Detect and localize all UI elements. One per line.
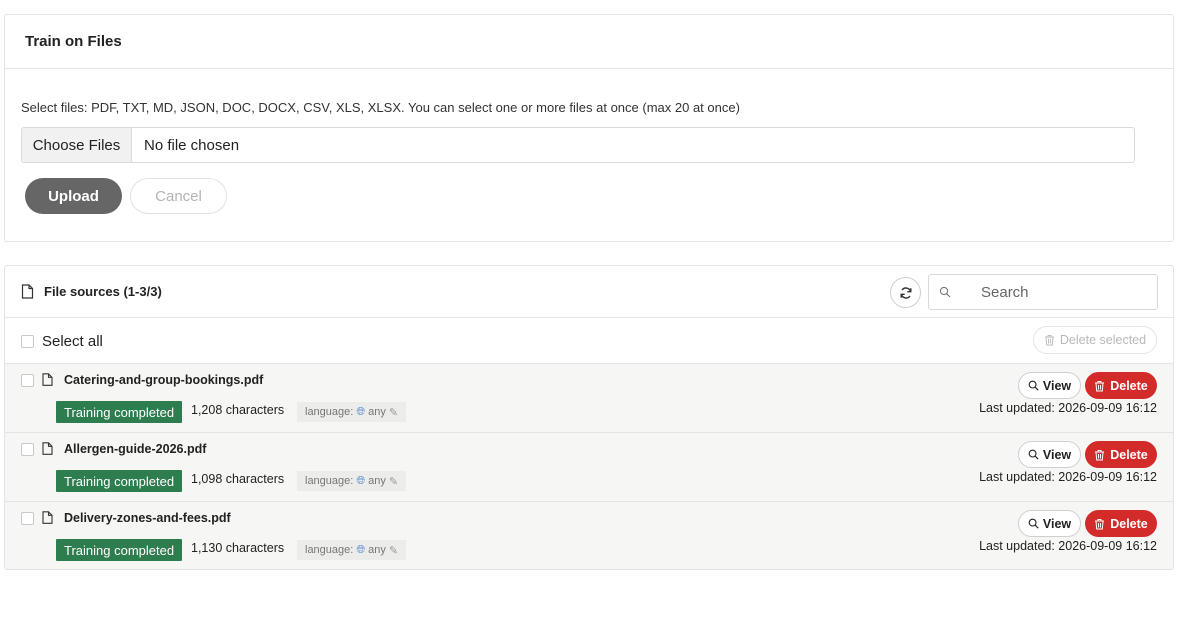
search-input[interactable] [981,283,1151,301]
view-button[interactable]: View [1018,441,1081,468]
character-count: 1,098 characters [191,472,285,486]
status-badge: Training completed [56,401,183,423]
delete-label: Delete [1110,378,1148,393]
view-label: View [1042,378,1072,393]
document-icon [42,373,53,386]
table-row: Catering-and-group-bookings.pdf Training… [5,364,1173,433]
delete-button[interactable]: Delete [1085,441,1157,468]
view-label: View [1042,447,1072,462]
delete-selected-label: Delete selected [1059,333,1147,347]
trash-icon [1095,449,1105,460]
file-sources-title: File sources (1-3/3) [44,284,162,299]
magnifier-icon [1028,380,1039,391]
select-all-label: Select all [42,333,103,350]
no-file-chosen-label: No file chosen [144,136,240,154]
language-value: any [368,544,386,556]
magnifier-icon [1028,449,1039,460]
page-title: Train on Files [25,33,122,50]
file-sources-card: File sources (1-3/3) Select all [4,265,1174,570]
globe-icon: 🌐︎ [356,405,366,418]
view-button[interactable]: View [1018,510,1081,537]
language-tag[interactable]: language: 🌐︎ any ✎ [297,402,407,422]
select-all-checkbox[interactable] [21,335,34,348]
search-icon [939,286,951,298]
document-icon [42,442,53,455]
pencil-icon: ✎ [388,475,399,488]
status-badge: Training completed [56,470,183,492]
card-header: Train on Files [5,15,1173,69]
select-all-control[interactable]: Select all [21,333,103,350]
file-name: Allergen-guide-2026.pdf [64,442,207,456]
view-label: View [1042,516,1072,531]
language-tag[interactable]: language: 🌐︎ any ✎ [297,540,407,560]
status-badge: Training completed [56,539,183,561]
view-button[interactable]: View [1018,372,1081,399]
upload-button[interactable]: Upload [25,178,122,214]
character-count: 1,208 characters [191,403,285,417]
file-name: Catering-and-group-bookings.pdf [64,373,264,387]
file-sources-title-wrap: File sources (1-3/3) [21,284,162,299]
globe-icon: 🌐︎ [356,474,366,487]
delete-button[interactable]: Delete [1085,372,1157,399]
train-on-files-card: Train on Files Select files: PDF, TXT, M… [4,14,1174,242]
document-icon [21,284,34,299]
pencil-icon: ✎ [388,544,399,557]
document-icon [42,511,53,524]
delete-selected-button[interactable]: Delete selected [1033,326,1157,354]
delete-label: Delete [1110,516,1148,531]
table-row: Delivery-zones-and-fees.pdf Training com… [5,502,1173,569]
last-updated: Last updated: 2026-09-09 16:12 [979,539,1157,553]
file-sources-header: File sources (1-3/3) [5,266,1173,318]
search-box[interactable] [928,274,1158,310]
refresh-button[interactable] [890,277,921,308]
file-input[interactable]: Choose Files No file chosen [21,127,1135,163]
language-tag[interactable]: language: 🌐︎ any ✎ [297,471,407,491]
select-all-row: Select all Delete selected [5,318,1173,364]
row-checkbox[interactable] [21,443,34,456]
trash-icon [1095,518,1105,529]
choose-files-button[interactable]: Choose Files [22,128,132,162]
row-checkbox[interactable] [21,374,34,387]
language-label: language: [305,406,354,418]
trash-icon [1044,335,1054,346]
delete-button[interactable]: Delete [1085,510,1157,537]
last-updated: Last updated: 2026-09-09 16:12 [979,470,1157,484]
pencil-icon: ✎ [388,406,399,419]
refresh-icon [900,286,911,299]
language-label: language: [305,475,354,487]
file-name: Delivery-zones-and-fees.pdf [64,511,231,525]
cancel-button[interactable]: Cancel [130,178,227,214]
last-updated: Last updated: 2026-09-09 16:12 [979,401,1157,415]
magnifier-icon [1028,518,1039,529]
trash-icon [1095,380,1105,391]
language-value: any [368,406,386,418]
character-count: 1,130 characters [191,541,285,555]
globe-icon: 🌐︎ [356,543,366,556]
language-label: language: [305,544,354,556]
file-types-hint: Select files: PDF, TXT, MD, JSON, DOC, D… [21,100,740,115]
delete-label: Delete [1110,447,1148,462]
row-checkbox[interactable] [21,512,34,525]
language-value: any [368,475,386,487]
table-row: Allergen-guide-2026.pdf Training complet… [5,433,1173,502]
